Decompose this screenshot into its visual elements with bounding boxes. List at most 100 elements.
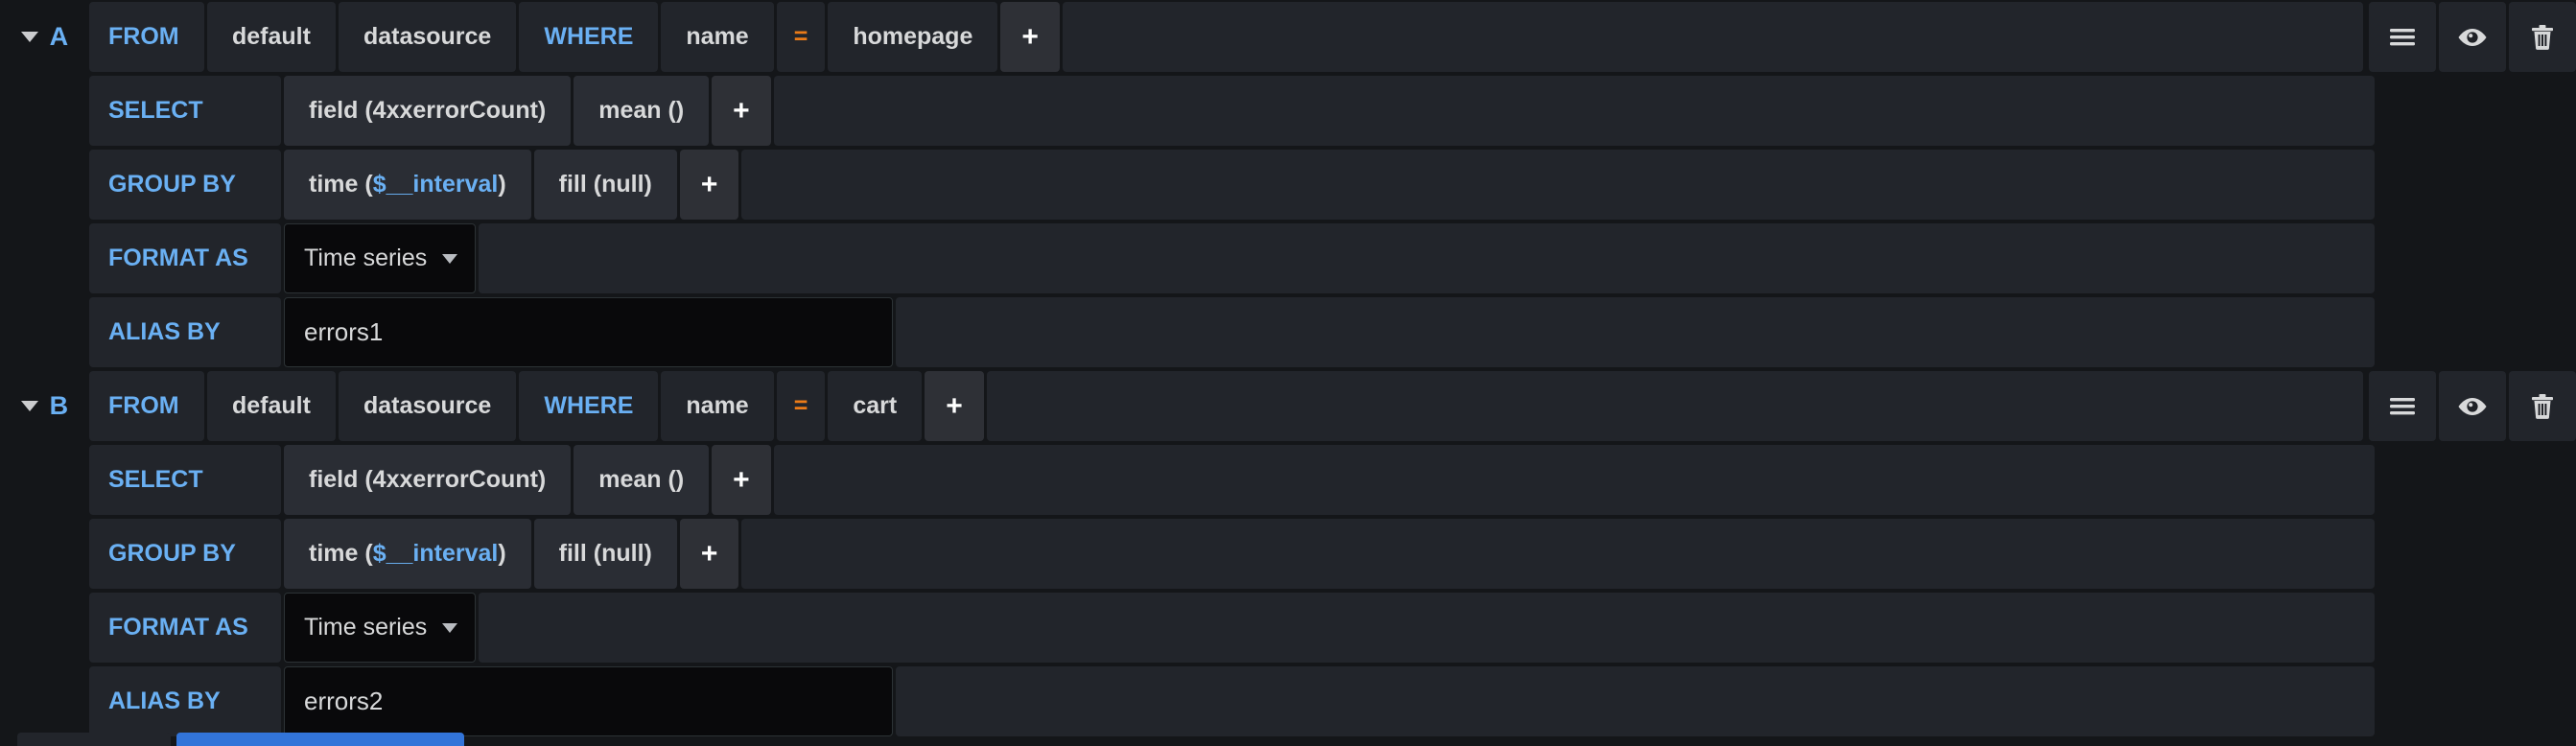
- query-b-alias-by-value: errors2: [304, 687, 384, 715]
- query-a-group-by-row-filler: [741, 150, 2375, 220]
- query-a-alias-by-label: ALIAS BY: [89, 297, 281, 367]
- query-b-format-as-row-filler: [479, 593, 2375, 663]
- query-b-measurement[interactable]: datasource: [338, 371, 517, 441]
- toolbar-secondary-button[interactable]: [17, 733, 171, 746]
- query-a-where-label: WHERE: [519, 2, 659, 72]
- query-b-format-as-indent: [0, 593, 89, 663]
- query-b-select-indent: [0, 445, 89, 515]
- collapse-chevron-down-icon[interactable]: [20, 32, 38, 42]
- query-block-b: B FROM default datasource WHERE name = c…: [0, 369, 2576, 738]
- query-b-format-as-select[interactable]: Time series: [284, 593, 476, 663]
- query-b-where-tag-value[interactable]: cart: [828, 371, 923, 441]
- query-a-measurement[interactable]: datasource: [338, 2, 517, 72]
- query-a-retention-policy[interactable]: default: [207, 2, 336, 72]
- query-b-select-field[interactable]: field (4xxerrorCount): [284, 445, 572, 515]
- query-b-select-aggregation[interactable]: mean (): [574, 445, 710, 515]
- query-a-format-as-row-filler: [479, 223, 2375, 293]
- query-b-format-as-label: FORMAT AS: [89, 593, 281, 663]
- hamburger-icon: [2388, 396, 2417, 417]
- query-b-group-by-indent: [0, 519, 89, 589]
- query-b-format-as-row: FORMAT AS Time series: [0, 591, 2576, 664]
- query-b-delete-button[interactable]: [2509, 371, 2576, 441]
- query-b-group-by-right-pad: [2375, 519, 2576, 589]
- query-b-actions: [2369, 371, 2576, 441]
- query-a-alias-by-right-pad: [2375, 297, 2576, 367]
- query-b-group-by-row-filler: [741, 519, 2375, 589]
- query-a-select-indent: [0, 76, 89, 146]
- query-a-group-by-fill[interactable]: fill (null): [533, 150, 677, 220]
- query-b-where-add-button[interactable]: +: [925, 371, 984, 441]
- query-a-actions: [2369, 2, 2576, 72]
- query-b-select-right-pad: [2375, 445, 2576, 515]
- query-b-alias-by-right-pad: [2375, 666, 2576, 736]
- query-b-where-label: WHERE: [519, 371, 659, 441]
- query-toolbar-clipped: [0, 733, 2576, 746]
- query-a-format-as-value: Time series: [304, 245, 428, 271]
- query-a-format-as-label: FORMAT AS: [89, 223, 281, 293]
- query-a-select-add-button[interactable]: +: [712, 76, 771, 146]
- query-b-group-by-row: GROUP BY time ($__interval) fill (null) …: [0, 517, 2576, 591]
- query-a-group-by-label: GROUP BY: [89, 150, 281, 220]
- query-a-group-by-row: GROUP BY time ($__interval) fill (null) …: [0, 148, 2576, 221]
- influxdb-query-editor: A FROM default datasource WHERE name = h…: [0, 0, 2576, 746]
- query-a-format-as-indent: [0, 223, 89, 293]
- query-b-select-row-filler: [773, 445, 2375, 515]
- group-by-time-prefix: time (: [309, 540, 373, 567]
- group-by-time-variable: $__interval: [372, 540, 499, 567]
- query-b-format-as-right-pad: [2375, 593, 2576, 663]
- query-a-ref-id[interactable]: A: [50, 22, 69, 52]
- query-a-group-by-add-button[interactable]: +: [679, 150, 739, 220]
- add-query-button[interactable]: [176, 733, 464, 746]
- query-a-from-row: A FROM default datasource WHERE name = h…: [0, 0, 2576, 74]
- query-b-select-add-button[interactable]: +: [712, 445, 771, 515]
- query-b-format-as-value: Time series: [304, 614, 428, 641]
- query-b-ref-id[interactable]: B: [50, 391, 69, 421]
- query-b-group-by-add-button[interactable]: +: [679, 519, 739, 589]
- query-b-visibility-toggle[interactable]: [2439, 371, 2506, 441]
- query-a-alias-by-row-filler: [896, 297, 2375, 367]
- query-a-format-as-row: FORMAT AS Time series: [0, 221, 2576, 295]
- trash-icon: [2530, 24, 2555, 51]
- query-a-delete-button[interactable]: [2509, 2, 2576, 72]
- query-a-select-label: SELECT: [89, 76, 281, 146]
- query-a-where-add-button[interactable]: +: [1000, 2, 1060, 72]
- query-a-from-row-filler: [1062, 2, 2363, 72]
- query-b-group-by-time[interactable]: time ($__interval): [284, 519, 531, 589]
- query-a-visibility-toggle[interactable]: [2439, 2, 2506, 72]
- query-a-format-as-right-pad: [2375, 223, 2576, 293]
- group-by-time-prefix: time (: [309, 171, 373, 198]
- group-by-time-variable: $__interval: [372, 171, 499, 198]
- query-a-select-field[interactable]: field (4xxerrorCount): [284, 76, 572, 146]
- query-b-menu-button[interactable]: [2369, 371, 2436, 441]
- query-a-where-operator[interactable]: =: [776, 2, 826, 72]
- chevron-down-icon: [442, 253, 457, 264]
- group-by-time-suffix: ): [498, 171, 506, 198]
- query-a-alias-by-input[interactable]: errors1: [284, 297, 893, 367]
- query-b-from-label: FROM: [89, 371, 204, 441]
- query-a-alias-by-indent: [0, 297, 89, 367]
- collapse-chevron-down-icon[interactable]: [20, 401, 38, 411]
- query-b-from-row-filler: [986, 371, 2363, 441]
- query-b-retention-policy[interactable]: default: [207, 371, 336, 441]
- query-b-alias-by-row: ALIAS BY errors2: [0, 664, 2576, 738]
- query-b-group-by-fill[interactable]: fill (null): [533, 519, 677, 589]
- query-b-group-by-label: GROUP BY: [89, 519, 281, 589]
- query-a-from-label: FROM: [89, 2, 204, 72]
- hamburger-icon: [2388, 27, 2417, 48]
- query-b-select-row: SELECT field (4xxerrorCount) mean () +: [0, 443, 2576, 517]
- query-a-where-tag-value[interactable]: homepage: [828, 2, 998, 72]
- query-a-select-row-filler: [773, 76, 2375, 146]
- eye-icon: [2456, 26, 2489, 49]
- query-a-where-tag-key[interactable]: name: [661, 2, 774, 72]
- query-a-group-by-right-pad: [2375, 150, 2576, 220]
- query-b-alias-by-indent: [0, 666, 89, 736]
- query-b-where-operator[interactable]: =: [776, 371, 826, 441]
- query-a-format-as-select[interactable]: Time series: [284, 223, 476, 293]
- query-b-alias-by-label: ALIAS BY: [89, 666, 281, 736]
- query-b-alias-by-input[interactable]: errors2: [284, 666, 893, 736]
- query-a-select-right-pad: [2375, 76, 2576, 146]
- query-a-menu-button[interactable]: [2369, 2, 2436, 72]
- query-a-group-by-time[interactable]: time ($__interval): [284, 150, 531, 220]
- query-a-select-aggregation[interactable]: mean (): [574, 76, 710, 146]
- query-b-where-tag-key[interactable]: name: [661, 371, 774, 441]
